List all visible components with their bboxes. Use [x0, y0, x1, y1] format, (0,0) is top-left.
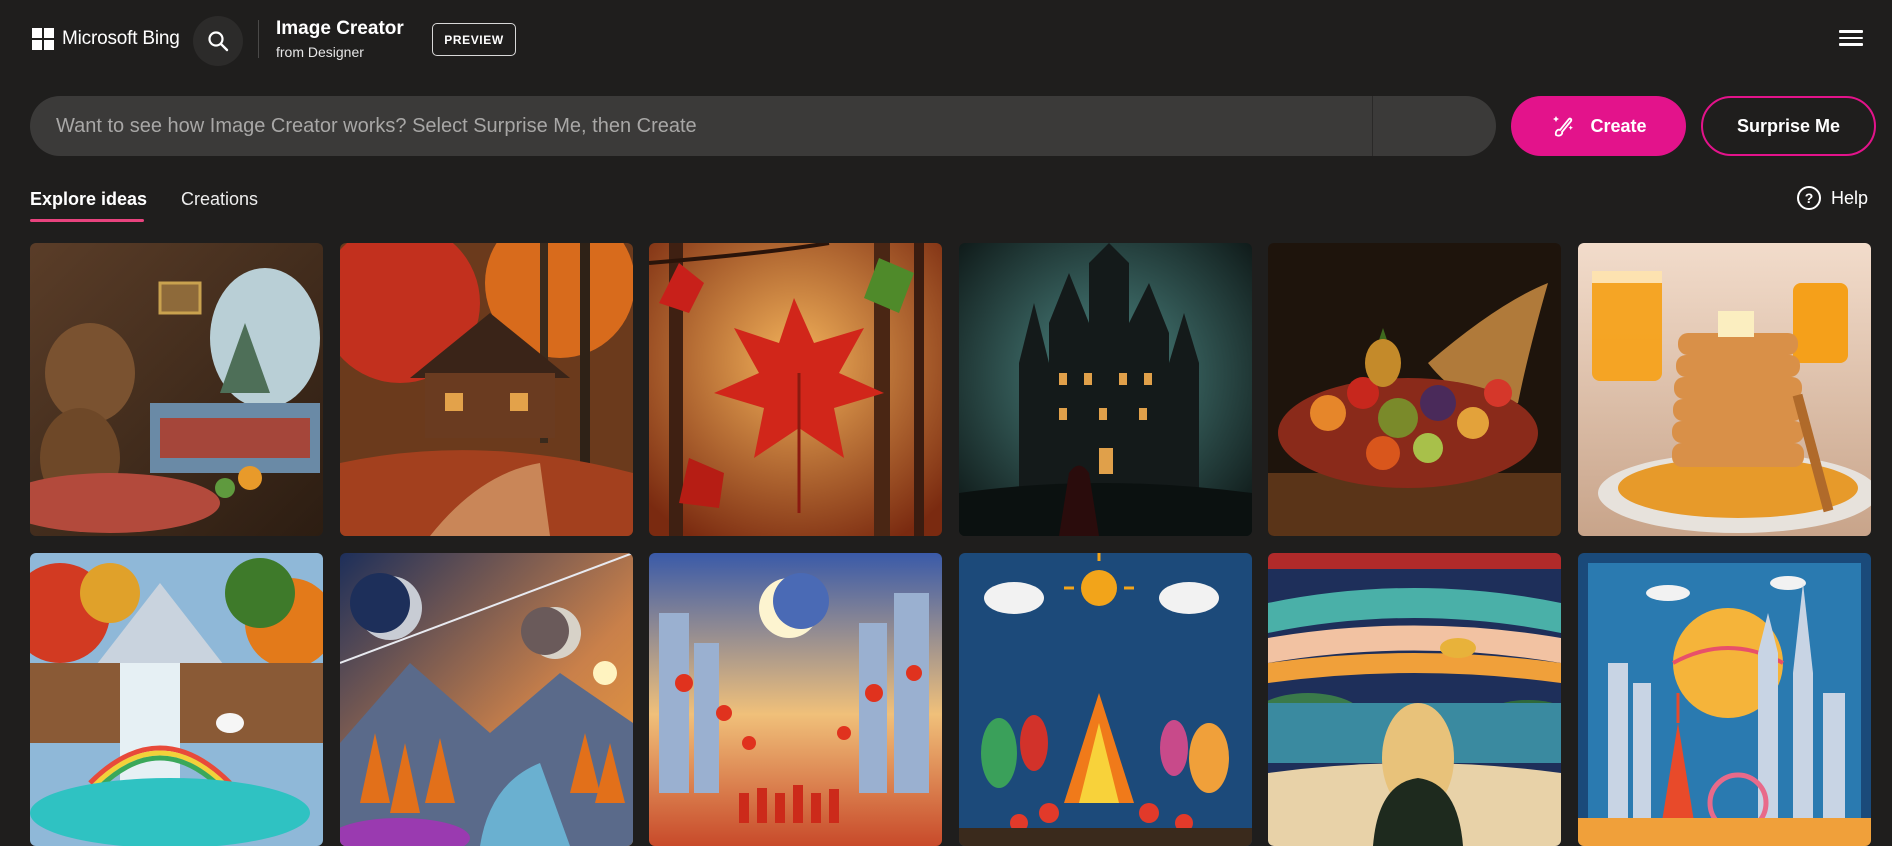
- tab-creations[interactable]: Creations: [181, 188, 258, 210]
- help-link[interactable]: ? Help: [1797, 186, 1868, 210]
- gothic-haunted-castle-image: [959, 243, 1252, 536]
- pancake-stack-with-orange-juice-image: [1578, 243, 1871, 536]
- felt-landscape-woman-and-bird-image: [1268, 553, 1561, 846]
- harvest-cornucopia-image: [1268, 243, 1561, 536]
- gallery-tile-paper-craft-city-skyline[interactable]: [1578, 553, 1871, 846]
- create-label: Create: [1590, 115, 1647, 136]
- tab-explore-ideas[interactable]: Explore ideas: [30, 188, 147, 210]
- gallery-tile-moonlit-lantern-city-festival[interactable]: [649, 553, 942, 846]
- prompt-bar: [30, 96, 1496, 156]
- prompt-separator: [1372, 96, 1373, 156]
- hamburger-menu-button[interactable]: [1836, 26, 1866, 52]
- question-circle-icon: ?: [1797, 186, 1821, 210]
- help-label: Help: [1831, 187, 1869, 208]
- gallery-tile-gothic-haunted-castle[interactable]: [959, 243, 1252, 536]
- gallery-tile-felt-landscape-woman-and-bird[interactable]: [1268, 553, 1561, 846]
- autumn-forest-cabin-image: [340, 243, 633, 536]
- product-title: Image Creator: [276, 18, 404, 39]
- paintbrush-sparkle-icon: [1553, 116, 1574, 137]
- gallery-tile-waterfall-rainbow-unicorn[interactable]: [30, 553, 323, 846]
- product-title-block[interactable]: Image Creator from Designer: [276, 18, 404, 61]
- waterfall-rainbow-unicorn-image: [30, 553, 323, 846]
- gallery-tile-felt-bonfire-celebration[interactable]: [959, 553, 1252, 846]
- windows-logo-icon: [32, 28, 54, 50]
- header-divider: [258, 20, 259, 58]
- gallery-tile-pancake-stack-with-orange-juice[interactable]: [1578, 243, 1871, 536]
- search-icon: [208, 31, 229, 52]
- red-maple-leaf-image: [649, 243, 942, 536]
- paper-craft-city-skyline-image: [1578, 553, 1871, 846]
- gallery-tile-bears-in-cozy-cave[interactable]: [30, 243, 323, 536]
- active-tab-indicator: [30, 219, 144, 222]
- gallery-tile-red-maple-leaf[interactable]: [649, 243, 942, 536]
- moonlit-lantern-city-festival-image: [649, 553, 942, 846]
- brand-name: Microsoft Bing: [62, 28, 180, 49]
- preview-badge: PREVIEW: [432, 23, 516, 56]
- top-header: Microsoft Bing Image Creator from Design…: [0, 0, 1892, 80]
- gallery-tile-harvest-cornucopia[interactable]: [1268, 243, 1561, 536]
- bears-in-cozy-cave-image: [30, 243, 323, 536]
- surprise-me-label: Surprise Me: [1736, 115, 1841, 136]
- felt-bonfire-celebration-image: [959, 553, 1252, 846]
- gallery-tile-planets-over-autumn-valley[interactable]: [340, 553, 633, 846]
- prompt-input[interactable]: [30, 96, 1372, 156]
- create-button[interactable]: Create: [1511, 96, 1686, 156]
- product-subtitle: from Designer: [276, 44, 364, 60]
- gallery-tile-autumn-forest-cabin[interactable]: [340, 243, 633, 536]
- planets-over-autumn-valley-image: [340, 553, 633, 846]
- surprise-me-button[interactable]: Surprise Me: [1701, 96, 1876, 156]
- bing-logo-link[interactable]: Microsoft Bing: [32, 28, 180, 50]
- search-button[interactable]: [193, 16, 243, 66]
